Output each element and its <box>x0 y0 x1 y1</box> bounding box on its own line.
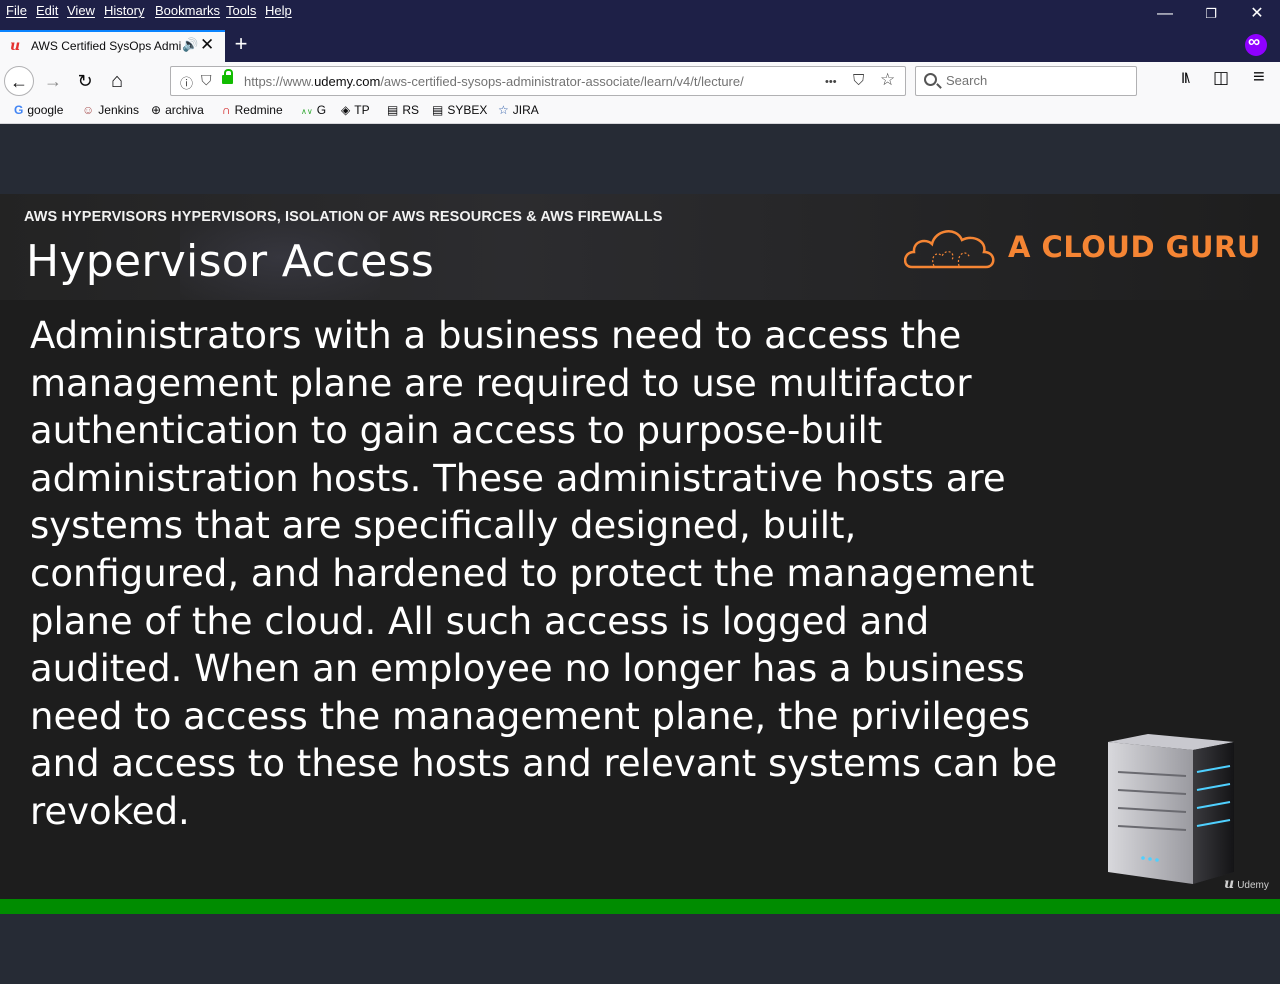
server-icon <box>1108 734 1234 884</box>
bookmark-archiva[interactable]: ⊕ archiva <box>151 103 204 117</box>
google-icon: G <box>14 103 24 117</box>
private-browsing-icon <box>1245 32 1267 56</box>
udemy-watermark: u Udemy <box>1224 876 1269 892</box>
bookmark-tp[interactable]: ◈ TP <box>341 103 370 117</box>
slide-title: Hypervisor Access <box>26 236 435 287</box>
menu-history[interactable]: History <box>104 3 144 18</box>
menu-tools[interactable]: Tools <box>226 3 256 18</box>
udemy-logo-icon: u <box>10 38 21 54</box>
slide-body-text: Administrators with a business need to a… <box>30 314 1058 833</box>
tab-aws-course[interactable]: u AWS Certified SysOps Administrator 🔊 ✕ <box>0 30 225 62</box>
bookmark-rs[interactable]: ▤ RS <box>387 103 419 117</box>
jira-icon: ☆ <box>498 103 509 117</box>
page-actions-icon[interactable]: ••• <box>825 76 837 88</box>
search-bar[interactable] <box>915 66 1137 96</box>
home-button[interactable]: ⌂ <box>102 66 132 96</box>
back-button[interactable]: ← <box>4 66 34 96</box>
hamburger-menu-icon[interactable]: ≡ <box>1253 66 1265 89</box>
jenkins-icon: ☺ <box>82 103 95 117</box>
tab-strip: u AWS Certified SysOps Administrator 🔊 ✕… <box>0 28 1280 62</box>
tab-close-button[interactable]: ✕ <box>200 35 214 55</box>
url-text[interactable]: https://www.udemy.com/aws-certified-syso… <box>244 74 789 89</box>
video-progress-fill <box>0 899 1280 914</box>
url-bar[interactable]: ⓘ ⛉ https://www.udemy.com/aws-certified-… <box>170 66 906 96</box>
forward-button[interactable]: → <box>38 66 68 96</box>
g-bookmark-icon: ∧∨ <box>301 107 313 116</box>
sidebar-icon[interactable]: ◫ <box>1213 68 1229 88</box>
bookmarks-toolbar: Ggoogle ☺ Jenkins ⊕ archiva ∩ Redmine ∧∨ G ◈… <box>0 100 1280 124</box>
bookmark-star-icon[interactable]: ☆ <box>880 70 895 90</box>
video-progress-bar[interactable] <box>0 899 1280 914</box>
minimize-button[interactable]: — <box>1143 2 1187 26</box>
audio-playing-icon[interactable]: 🔊 <box>182 37 198 53</box>
slide-topic: AWS HYPERVISORS HYPERVISORS, ISOLATION O… <box>24 209 663 225</box>
menu-view[interactable]: View <box>67 3 95 18</box>
search-icon <box>924 73 937 86</box>
tab-title: AWS Certified SysOps Administrator <box>31 39 181 53</box>
lecture-slide[interactable]: AWS HYPERVISORS HYPERVISORS, ISOLATION O… <box>0 194 1280 899</box>
secure-lock-icon[interactable] <box>222 69 233 84</box>
tp-icon: ◈ <box>341 103 351 117</box>
globe-icon: ⊕ <box>151 103 162 117</box>
udemy-logo-icon: u <box>1224 876 1235 892</box>
menu-bookmarks[interactable]: Bookmarks <box>155 3 220 18</box>
redmine-icon: ∩ <box>222 103 231 117</box>
library-icon[interactable]: Ⅱ\ <box>1181 70 1190 87</box>
reload-button[interactable]: ↻ <box>70 66 100 96</box>
search-input[interactable] <box>946 73 1126 88</box>
menu-help[interactable]: Help <box>265 3 292 18</box>
restore-button[interactable]: ❐ <box>1189 2 1233 26</box>
bookmark-g[interactable]: ∧∨ G <box>301 103 326 117</box>
menu-file[interactable]: File <box>6 3 27 18</box>
close-window-button[interactable]: ✕ <box>1235 2 1279 26</box>
cloud-guru-brand: A CLOUD GURU <box>1008 230 1261 264</box>
cloud-guru-logo-icon <box>904 230 995 269</box>
folder-icon: ▤ <box>432 103 444 117</box>
bookmark-sybex[interactable]: ▤ SYBEX <box>432 103 487 117</box>
new-tab-button[interactable]: + <box>230 31 252 57</box>
folder-icon: ▤ <box>387 103 399 117</box>
bookmark-jira[interactable]: ☆ JIRA <box>498 103 539 117</box>
tracking-protection-icon[interactable]: ⛉ <box>201 72 212 89</box>
bookmark-redmine[interactable]: ∩ Redmine <box>222 103 283 117</box>
pocket-icon[interactable]: ⛉ <box>853 72 864 89</box>
info-icon[interactable]: ⓘ <box>180 73 193 92</box>
menu-bar: File Edit View History Bookmarks Tools H… <box>0 0 1280 28</box>
menu-edit[interactable]: Edit <box>36 3 58 18</box>
bookmark-google[interactable]: Ggoogle <box>14 103 63 117</box>
bookmark-jenkins[interactable]: ☺ Jenkins <box>82 103 139 117</box>
video-player[interactable]: AWS HYPERVISORS HYPERVISORS, ISOLATION O… <box>0 124 1280 984</box>
slide-header: AWS HYPERVISORS HYPERVISORS, ISOLATION O… <box>0 194 1280 300</box>
navigation-toolbar: ← → ↻ ⌂ ⓘ ⛉ https://www.udemy.com/aws-ce… <box>0 62 1280 100</box>
